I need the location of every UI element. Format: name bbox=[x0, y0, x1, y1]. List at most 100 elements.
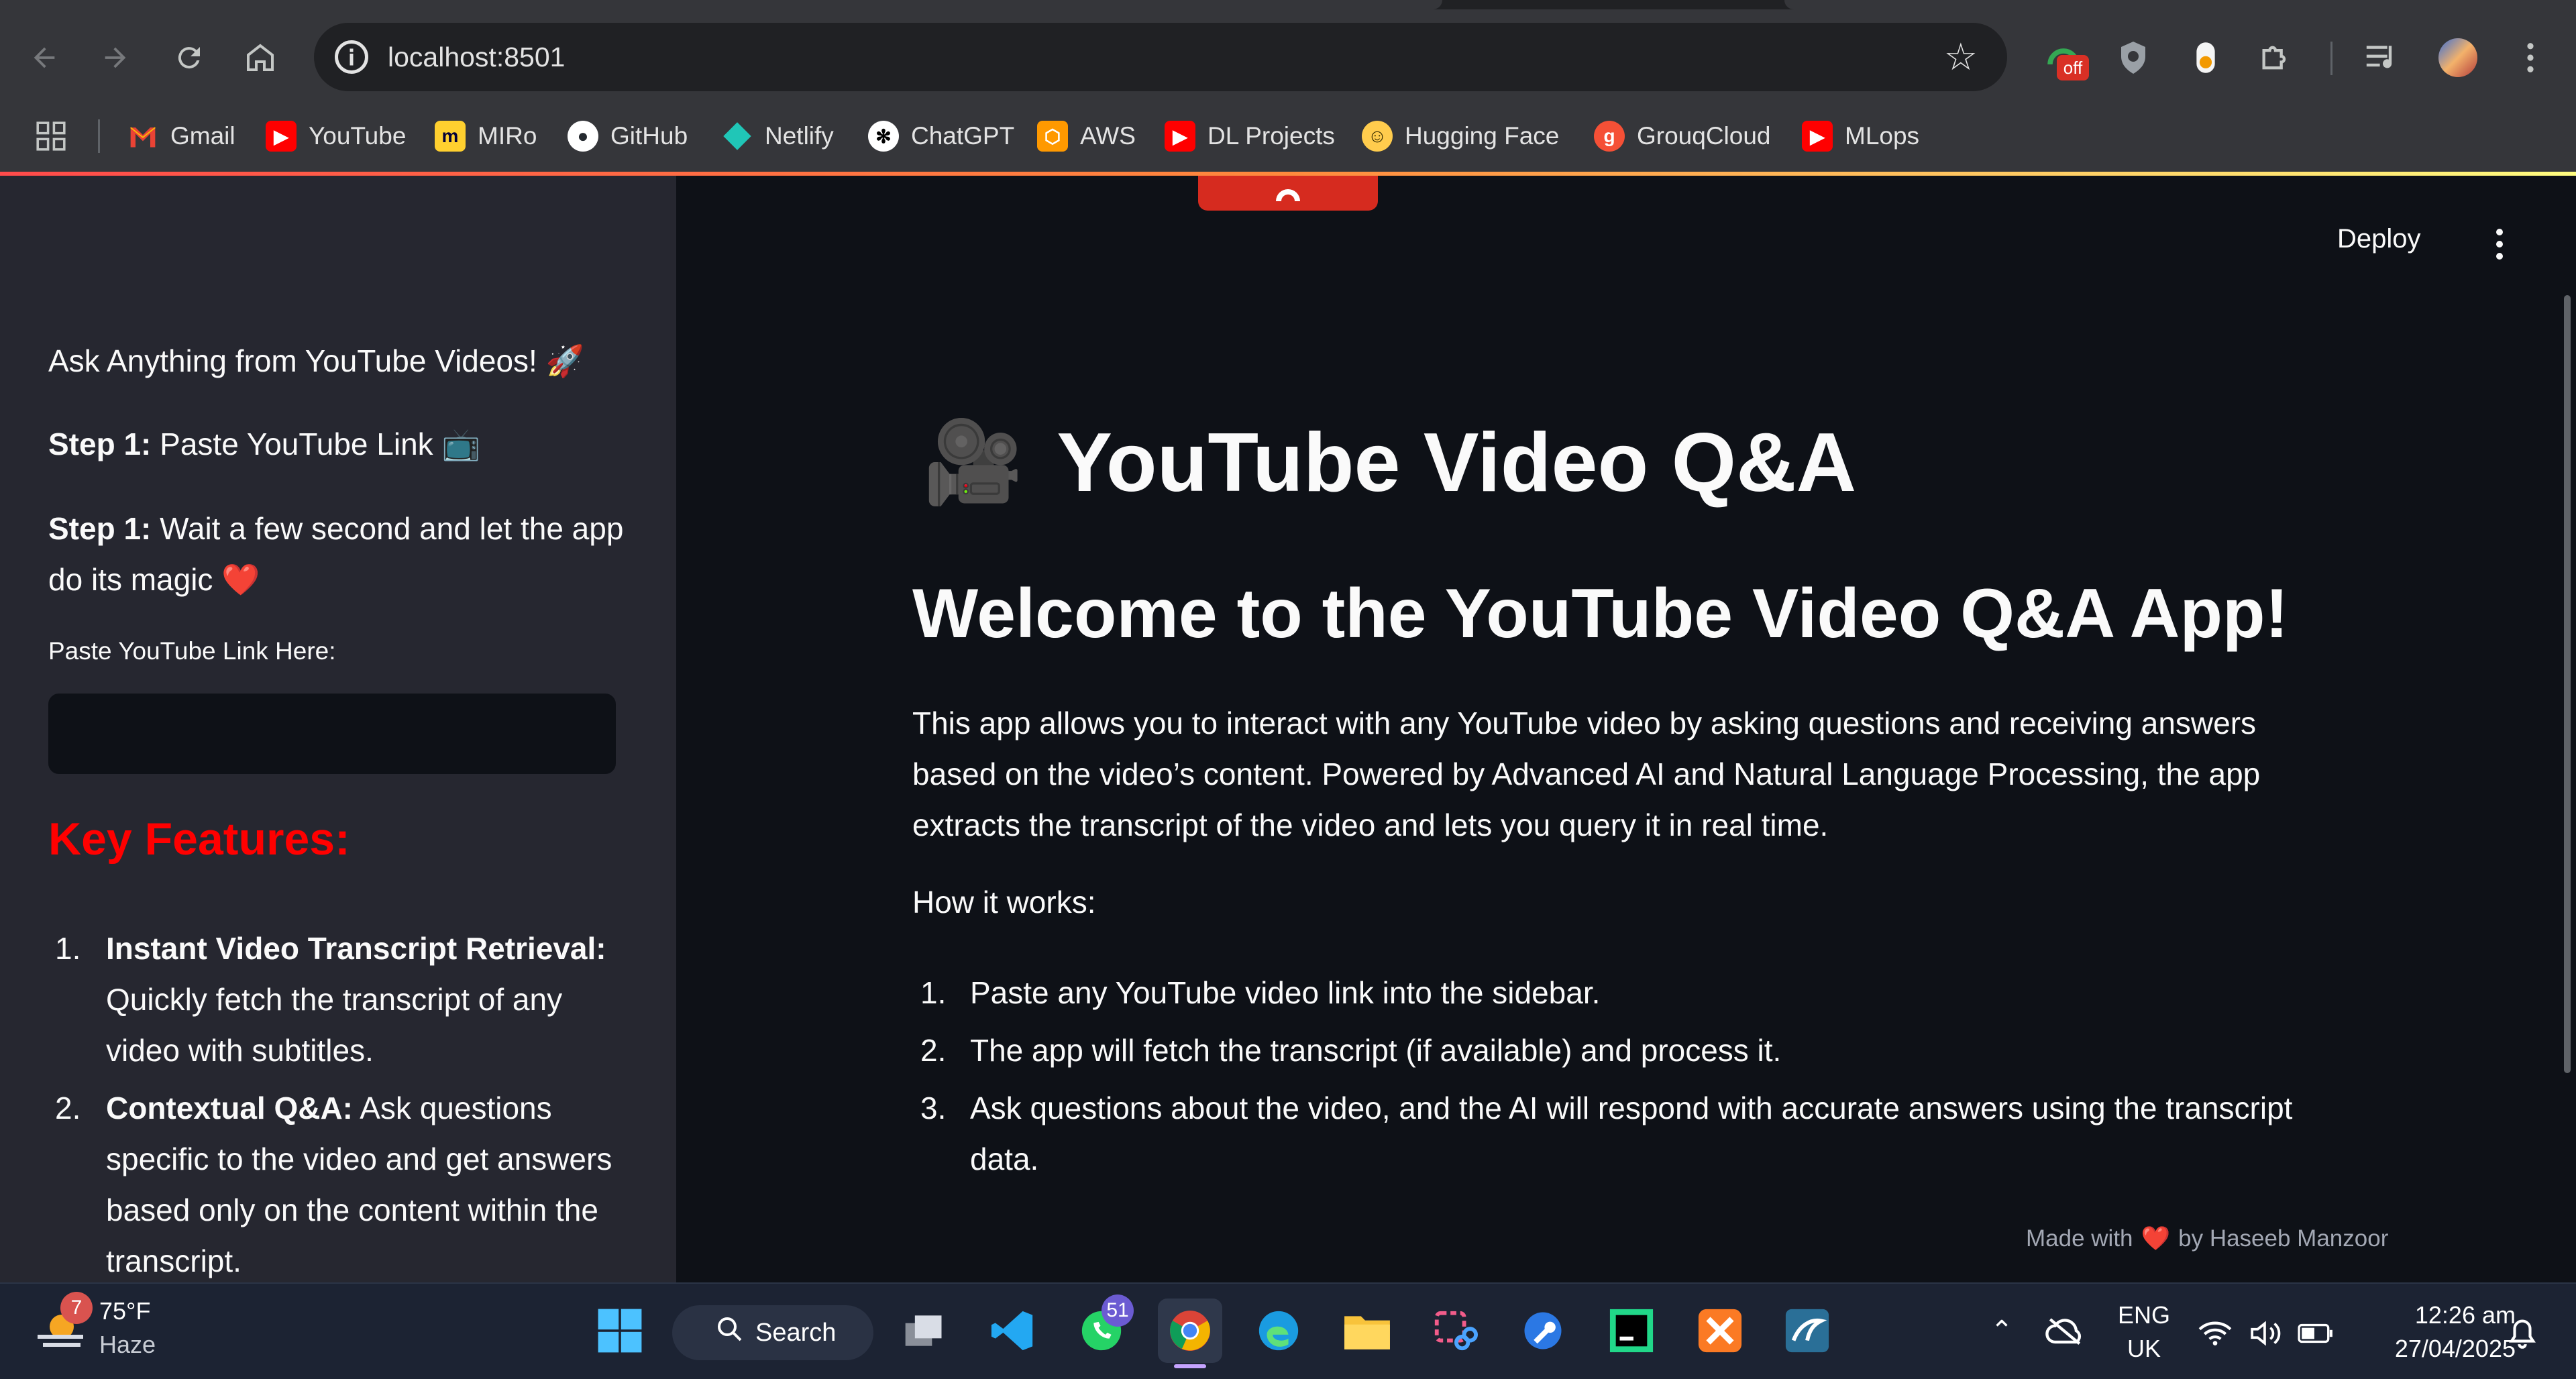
feature-item: 1. Instant Video Transcript Retrieval: Q… bbox=[55, 931, 606, 1068]
list-item: 2. The app will fetch the transcript (if … bbox=[920, 1033, 1782, 1068]
step-1-label: Step 1: bbox=[48, 427, 152, 461]
browser-chrome: localhost:8501 ☆ off Gmail ▶ YouTube m M… bbox=[0, 0, 2576, 174]
video-camera-icon: 🎥 bbox=[923, 417, 1024, 507]
feature-text: Quickly fetch the transcript of any vide… bbox=[106, 982, 563, 1068]
feature-item: 2. Contextual Q&A: Ask questions specifi… bbox=[55, 1091, 612, 1278]
toggle-extension-icon[interactable] bbox=[2179, 31, 2233, 85]
media-queue-icon[interactable] bbox=[2356, 31, 2410, 85]
extension-badge: off bbox=[2057, 55, 2089, 80]
bookmark-youtube[interactable]: ▶ YouTube bbox=[266, 107, 406, 165]
bookmark-hugging-face[interactable]: ☺ Hugging Face bbox=[1362, 107, 1559, 165]
taskbar-search[interactable]: Search bbox=[672, 1305, 873, 1360]
extension-icon[interactable]: off bbox=[2037, 31, 2090, 85]
weather-temperature[interactable]: 75°F bbox=[99, 1297, 150, 1325]
github-icon: ● bbox=[568, 121, 598, 152]
cloud-offline-icon[interactable] bbox=[2033, 1299, 2097, 1363]
step-1-text: Paste YouTube Link 📺 bbox=[151, 427, 480, 461]
youtube-icon: ▶ bbox=[1802, 121, 1833, 152]
list-item: 3. Ask questions about the video, and the… bbox=[920, 1091, 2293, 1176]
heart-icon: ❤️ bbox=[2141, 1225, 2171, 1252]
deploy-button[interactable]: Deploy bbox=[2337, 224, 2421, 254]
info-icon[interactable] bbox=[331, 37, 372, 77]
xampp-icon[interactable] bbox=[1688, 1299, 1752, 1363]
chevron-up-icon[interactable]: ⌃ bbox=[1970, 1299, 2034, 1363]
bookmark-miro[interactable]: m MIRo bbox=[435, 107, 537, 165]
key-features-heading: Key Features: bbox=[48, 814, 350, 865]
bookmarks-divider bbox=[98, 119, 100, 153]
shield-extension-icon[interactable] bbox=[2106, 31, 2160, 85]
step-2-label: Step 1: bbox=[48, 511, 152, 546]
bookmark-github[interactable]: ● GitHub bbox=[568, 107, 688, 165]
forward-arrow-icon[interactable] bbox=[89, 31, 142, 85]
how-it-works-label: How it works: bbox=[912, 885, 1096, 920]
bookmark-aws[interactable]: ⬡ AWS bbox=[1037, 107, 1136, 165]
aws-icon: ⬡ bbox=[1037, 121, 1068, 152]
volume-icon[interactable] bbox=[2239, 1301, 2293, 1366]
clock-date: 27/04/2025 bbox=[2394, 1335, 2516, 1362]
toolbar-divider bbox=[2330, 42, 2332, 75]
wifi-icon[interactable] bbox=[2188, 1301, 2242, 1366]
footer-note: Made with ❤️ by Haseeb Manzoor bbox=[2026, 1225, 2389, 1252]
active-app-indicator bbox=[1174, 1364, 1206, 1368]
bookmark-gmail[interactable]: Gmail bbox=[127, 107, 235, 165]
bookmark-chatgpt[interactable]: ✻ ChatGPT bbox=[868, 107, 1014, 165]
weather-description[interactable]: Haze bbox=[99, 1331, 156, 1359]
notification-bell-icon[interactable] bbox=[2496, 1301, 2549, 1366]
address-bar[interactable]: localhost:8501 ☆ bbox=[314, 23, 2007, 91]
settings-wrench-icon[interactable] bbox=[1511, 1299, 1575, 1363]
whatsapp-badge: 51 bbox=[1102, 1294, 1134, 1327]
home-icon[interactable] bbox=[233, 31, 287, 85]
battery-icon[interactable] bbox=[2289, 1301, 2343, 1366]
sidebar-step-2: Step 1: Wait a few second and let the ap… bbox=[48, 503, 639, 605]
sidebar-tagline: Ask Anything from YouTube Videos! 🚀 bbox=[48, 343, 584, 378]
windows-start-icon[interactable] bbox=[588, 1299, 652, 1363]
snipping-tool-icon[interactable] bbox=[1422, 1299, 1487, 1363]
groq-icon: g bbox=[1594, 121, 1625, 152]
bookmarks-bar: Gmail ▶ YouTube m MIRo ● GitHub Netlify … bbox=[0, 107, 2576, 165]
youtube-link-label: Paste YouTube Link Here: bbox=[48, 637, 336, 665]
back-arrow-icon[interactable] bbox=[17, 31, 71, 85]
task-view-icon[interactable] bbox=[892, 1299, 957, 1363]
bookmark-netlify[interactable]: Netlify bbox=[722, 107, 834, 165]
clock[interactable]: 12:26 am 27/04/2025 bbox=[2348, 1299, 2516, 1366]
bookmark-mlops[interactable]: ▶ MLops bbox=[1802, 107, 1919, 165]
feature-title: Instant Video Transcript Retrieval: bbox=[106, 931, 606, 966]
mysql-workbench-icon[interactable] bbox=[1775, 1299, 1839, 1363]
edge-icon[interactable] bbox=[1246, 1299, 1311, 1363]
youtube-link-input[interactable] bbox=[48, 694, 616, 774]
hugging-face-icon: ☺ bbox=[1362, 121, 1393, 152]
chatgpt-icon: ✻ bbox=[868, 121, 899, 152]
search-icon bbox=[716, 1316, 743, 1349]
page-title-text: YouTube Video Q&A bbox=[1057, 417, 1857, 509]
reload-icon[interactable] bbox=[162, 31, 216, 85]
weather-badge: 7 bbox=[60, 1292, 93, 1324]
youtube-icon: ▶ bbox=[1165, 121, 1195, 152]
puzzle-icon[interactable] bbox=[2249, 31, 2302, 85]
apps-grid-icon[interactable] bbox=[36, 107, 66, 165]
vscode-icon[interactable] bbox=[981, 1299, 1045, 1363]
main-scrollbar[interactable] bbox=[2564, 295, 2571, 1073]
gmail-icon bbox=[127, 121, 158, 152]
star-icon[interactable]: ☆ bbox=[1944, 35, 1978, 79]
url-text[interactable]: localhost:8501 bbox=[388, 23, 565, 91]
intro-paragraph: This app allows you to interact with any… bbox=[912, 706, 2261, 842]
key-features-list: 1. Instant Video Transcript Retrieval: Q… bbox=[48, 923, 639, 1293]
language-indicator[interactable]: ENG UK bbox=[2104, 1299, 2184, 1366]
welcome-heading: Welcome to the YouTube Video Q&A App! bbox=[912, 575, 2289, 653]
file-explorer-icon[interactable] bbox=[1335, 1299, 1399, 1363]
miro-icon: m bbox=[435, 121, 466, 152]
bookmark-dl-projects[interactable]: ▶ DL Projects bbox=[1165, 107, 1335, 165]
recording-indicator-tab[interactable] bbox=[1198, 176, 1378, 211]
sidebar-step-1: Step 1: Paste YouTube Link 📺 bbox=[48, 419, 480, 470]
clock-time: 12:26 am bbox=[2414, 1301, 2516, 1329]
page-title: 🎥 YouTube Video Q&A bbox=[923, 402, 1856, 523]
profile-avatar[interactable] bbox=[2431, 31, 2485, 85]
browser-menu-icon[interactable] bbox=[2504, 31, 2557, 85]
app-menu-icon[interactable] bbox=[2486, 225, 2513, 263]
tab-strip bbox=[0, 0, 2576, 9]
netlify-icon bbox=[722, 121, 753, 152]
list-item: 1. Paste any YouTube video link into the … bbox=[920, 975, 1601, 1010]
bookmark-grouqcloud[interactable]: g GrouqCloud bbox=[1594, 107, 1771, 165]
chrome-icon[interactable] bbox=[1158, 1299, 1222, 1363]
pycharm-icon[interactable] bbox=[1599, 1299, 1664, 1363]
